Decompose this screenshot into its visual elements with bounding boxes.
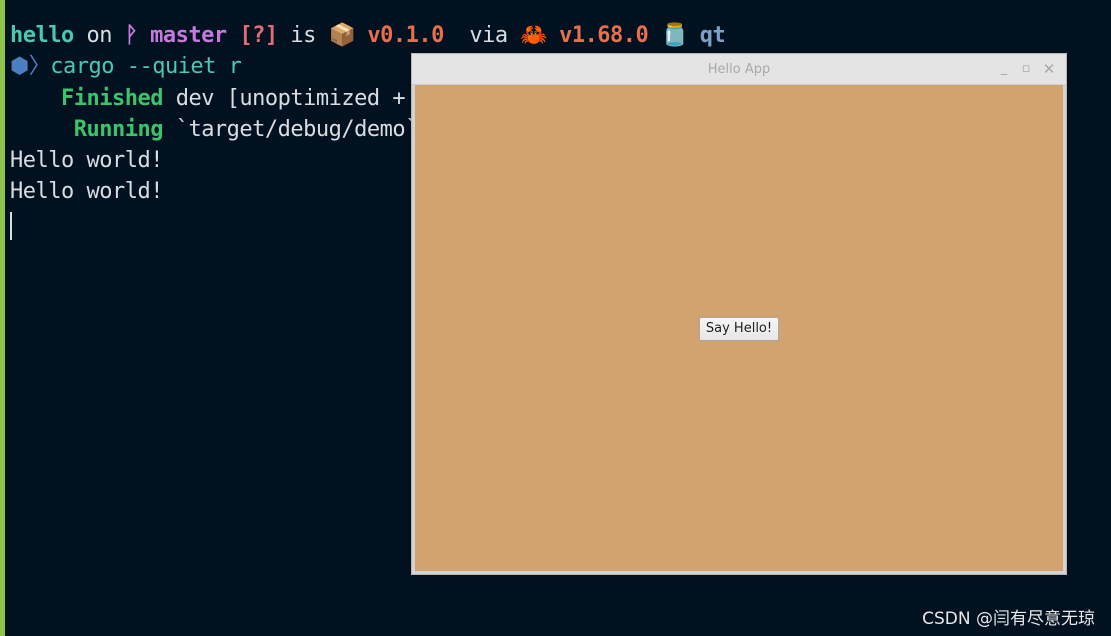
environment-name: qt <box>687 23 726 48</box>
prompt-via-text: via <box>456 23 521 48</box>
finished-text: dev [unoptimized + d <box>162 85 431 111</box>
minimize-button[interactable]: _ <box>996 60 1012 78</box>
say-hello-button[interactable]: Say Hello! <box>699 317 779 341</box>
window-title: Hello App <box>707 62 771 77</box>
git-branch-icon: ᚹ <box>124 23 138 48</box>
git-branch-name: master <box>137 23 240 48</box>
running-text: `target/debug/demo` <box>162 116 419 142</box>
prompt-on-text: on <box>73 23 125 48</box>
package-version: v0.1.0 <box>354 23 457 48</box>
csdn-watermark: CSDN @闫有尽意无琼 <box>922 609 1095 629</box>
chevron-right-icon: 〉 <box>28 54 51 80</box>
window-client-area: Say Hello! <box>415 85 1063 571</box>
hexagon-icon: ⬢ <box>10 54 29 80</box>
rust-version: v1.68.0 <box>546 23 662 48</box>
rust-crab-icon: 🦀 <box>520 23 548 48</box>
prompt-line: hello on ᚹ master [?] is 📦 v0.1.0 via 🦀 … <box>10 20 1100 51</box>
git-status: [?] <box>239 23 278 48</box>
close-button[interactable]: ✕ <box>1041 60 1057 78</box>
command-text: cargo --quiet r <box>50 54 242 80</box>
desktop-screen: hello on ᚹ master [?] is 📦 v0.1.0 via 🦀 … <box>0 0 1111 636</box>
jar-icon: 🫙 <box>661 23 688 48</box>
running-keyword: Running <box>10 116 164 142</box>
prompt-directory: hello <box>10 23 74 48</box>
terminal-cursor <box>10 212 12 240</box>
package-icon: 📦 <box>328 23 356 48</box>
maximize-button[interactable]: ▫ <box>1018 60 1034 78</box>
terminal-left-border <box>0 0 5 636</box>
window-titlebar[interactable]: Hello App _ ▫ ✕ <box>412 54 1066 85</box>
prompt-is-text: is <box>277 23 329 48</box>
hello-app-window[interactable]: Hello App _ ▫ ✕ Say Hello! <box>411 53 1067 575</box>
finished-keyword: Finished <box>10 85 163 111</box>
